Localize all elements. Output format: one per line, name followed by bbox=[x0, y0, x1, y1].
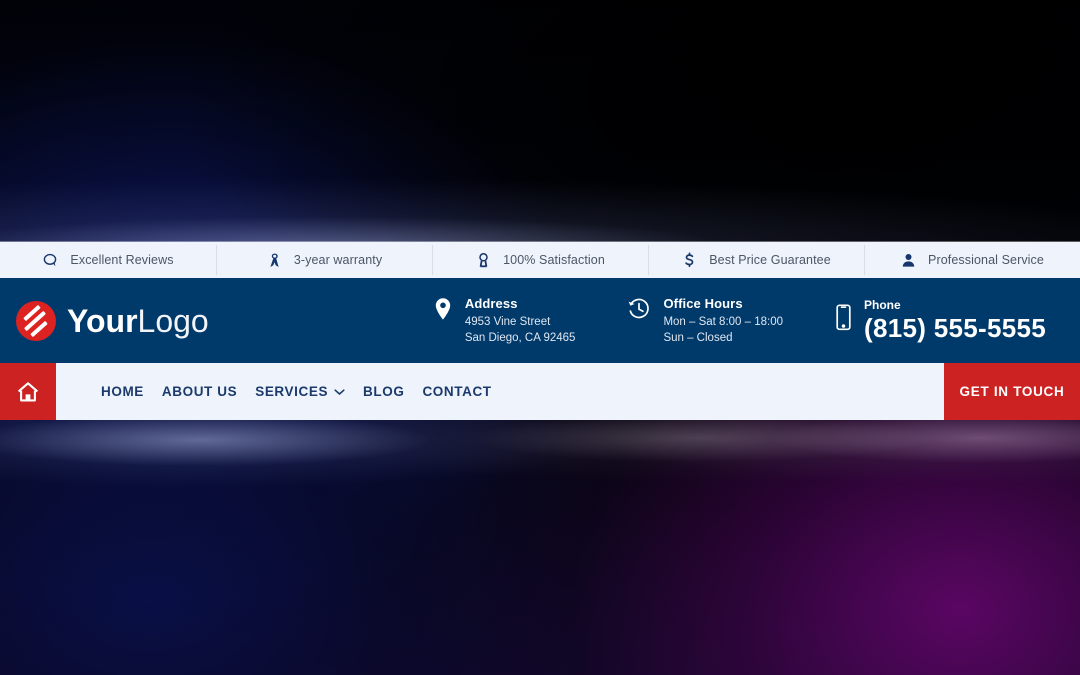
user-icon bbox=[900, 252, 917, 269]
contact-phone-number[interactable]: (815) 555-5555 bbox=[864, 315, 1046, 343]
stripes-circle-logo-icon bbox=[16, 300, 56, 341]
contact-address-body: Address 4953 Vine Street San Diego, CA 9… bbox=[465, 295, 576, 346]
get-in-touch-label: GET IN TOUCH bbox=[959, 384, 1065, 399]
map-pin-icon bbox=[433, 295, 453, 323]
topbar-item-price[interactable]: Best Price Guarantee bbox=[648, 242, 864, 278]
contact-phone-title: Phone bbox=[864, 298, 901, 313]
contact-address-title: Address bbox=[464, 296, 518, 312]
comment-icon bbox=[42, 252, 59, 269]
topbar-item-warranty[interactable]: 3-year warranty bbox=[216, 242, 432, 278]
clock-history-icon bbox=[627, 295, 651, 321]
nav-link-contact[interactable]: CONTACT bbox=[413, 384, 500, 399]
contact-hours-title: Office Hours bbox=[663, 296, 743, 312]
nav-link-blog[interactable]: BLOG bbox=[354, 384, 413, 399]
topbar-item-label: Excellent Reviews bbox=[70, 253, 174, 267]
brand-name: YourLogo bbox=[67, 305, 209, 337]
ribbon-icon bbox=[266, 252, 283, 269]
nav-link-label: CONTACT bbox=[422, 384, 492, 399]
nav-link-label: BLOG bbox=[363, 384, 405, 399]
brand-name-light: Logo bbox=[137, 302, 209, 339]
topbar-item-label: 100% Satisfaction bbox=[503, 253, 605, 267]
topbar-item-service[interactable]: Professional Service bbox=[864, 242, 1080, 278]
contact-hours-line1: Mon – Sat 8:00 – 18:00 bbox=[663, 316, 783, 329]
contact-hours[interactable]: Office Hours Mon – Sat 8:00 – 18:00 Sun … bbox=[627, 295, 783, 346]
mobile-phone-icon bbox=[835, 298, 852, 331]
contact-phone[interactable]: Phone (815) 555-5555 bbox=[835, 298, 1046, 342]
house-icon[interactable] bbox=[0, 363, 56, 420]
contact-hours-body: Office Hours Mon – Sat 8:00 – 18:00 Sun … bbox=[663, 295, 783, 346]
site-header: Excellent Reviews 3-year warranty 100% S… bbox=[0, 242, 1080, 420]
page-root: Excellent Reviews 3-year warranty 100% S… bbox=[0, 0, 1080, 675]
topbar-item-satisfaction[interactable]: 100% Satisfaction bbox=[432, 242, 648, 278]
main-navigation: HOME ABOUT US SERVICES BLOG CONTACT GET … bbox=[0, 363, 1080, 420]
nav-link-label: SERVICES bbox=[255, 384, 329, 399]
contact-items: Address 4953 Vine Street San Diego, CA 9… bbox=[209, 295, 1080, 346]
contact-address[interactable]: Address 4953 Vine Street San Diego, CA 9… bbox=[433, 295, 576, 346]
brand-name-bold: Your bbox=[67, 302, 138, 339]
brand-logo[interactable]: YourLogo bbox=[0, 300, 209, 341]
get-in-touch-button[interactable]: GET IN TOUCH bbox=[944, 363, 1080, 420]
contact-address-line2: San Diego, CA 92465 bbox=[464, 331, 576, 344]
contact-band: YourLogo Address 4953 Vine Street San Di… bbox=[0, 278, 1080, 363]
chevron-down-icon bbox=[334, 384, 345, 399]
nav-link-about-us[interactable]: ABOUT US bbox=[153, 384, 246, 399]
topbar-item-label: Professional Service bbox=[928, 253, 1044, 267]
award-medal-icon bbox=[475, 252, 492, 269]
topbar-item-reviews[interactable]: Excellent Reviews bbox=[0, 242, 216, 278]
dollar-sign-icon bbox=[681, 252, 698, 269]
top-info-bar: Excellent Reviews 3-year warranty 100% S… bbox=[0, 242, 1080, 278]
nav-links: HOME ABOUT US SERVICES BLOG CONTACT bbox=[56, 363, 944, 420]
contact-hours-line2: Sun – Closed bbox=[663, 331, 733, 344]
topbar-item-label: Best Price Guarantee bbox=[709, 253, 831, 267]
nav-link-home[interactable]: HOME bbox=[92, 384, 153, 399]
contact-phone-body: Phone (815) 555-5555 bbox=[864, 298, 1046, 342]
contact-address-line1: 4953 Vine Street bbox=[464, 316, 551, 329]
nav-link-services[interactable]: SERVICES bbox=[246, 384, 354, 399]
nav-link-label: ABOUT US bbox=[161, 384, 238, 399]
topbar-item-label: 3-year warranty bbox=[293, 253, 383, 267]
nav-link-label: HOME bbox=[101, 384, 144, 399]
